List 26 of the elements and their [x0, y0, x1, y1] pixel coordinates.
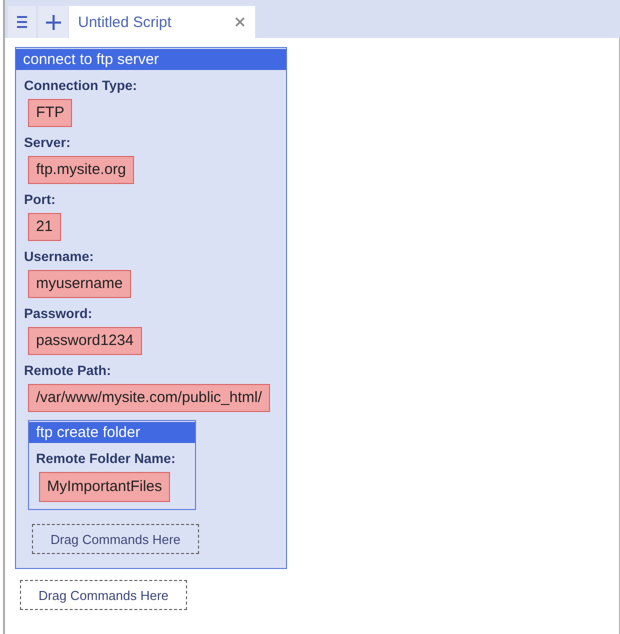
command-block[interactable] [15, 47, 287, 569]
field-label: Remote Path: [24, 362, 112, 380]
close-icon[interactable] [235, 17, 245, 27]
parameter-value[interactable]: /var/www/mysite.com/public_html/ [28, 384, 270, 412]
field-label: Port: [24, 191, 56, 209]
add-tab-button[interactable] [38, 6, 68, 38]
script-tab[interactable]: Untitled Script [69, 6, 255, 38]
field-label: Password: [24, 305, 94, 323]
field-label: Username: [24, 248, 95, 266]
parameter-value[interactable]: 21 [28, 213, 61, 241]
block-header: ftp create folder [29, 422, 195, 443]
parameter-value[interactable]: MyImportantFiles [39, 472, 170, 502]
block-header: connect to ftp server [16, 49, 286, 70]
field-label: Remote Folder Name: [36, 450, 177, 468]
parameter-value[interactable]: ftp.mysite.org [28, 156, 134, 184]
command-block[interactable]: ftp create folder Remote Folder Name: MyImportantFiles [28, 420, 196, 510]
menu-button[interactable] [8, 6, 36, 38]
field-label: Connection Type: [24, 77, 138, 95]
parameter-value[interactable]: FTP [28, 99, 72, 127]
field-label: Server: [24, 134, 72, 152]
parameter-value[interactable]: myusername [28, 270, 131, 298]
parameter-value[interactable]: password1234 [28, 327, 142, 355]
drop-zone[interactable]: Drag Commands Here [20, 580, 187, 610]
menu-icon [17, 16, 27, 28]
plus-icon [46, 14, 60, 30]
drop-zone[interactable]: Drag Commands Here [32, 524, 199, 554]
